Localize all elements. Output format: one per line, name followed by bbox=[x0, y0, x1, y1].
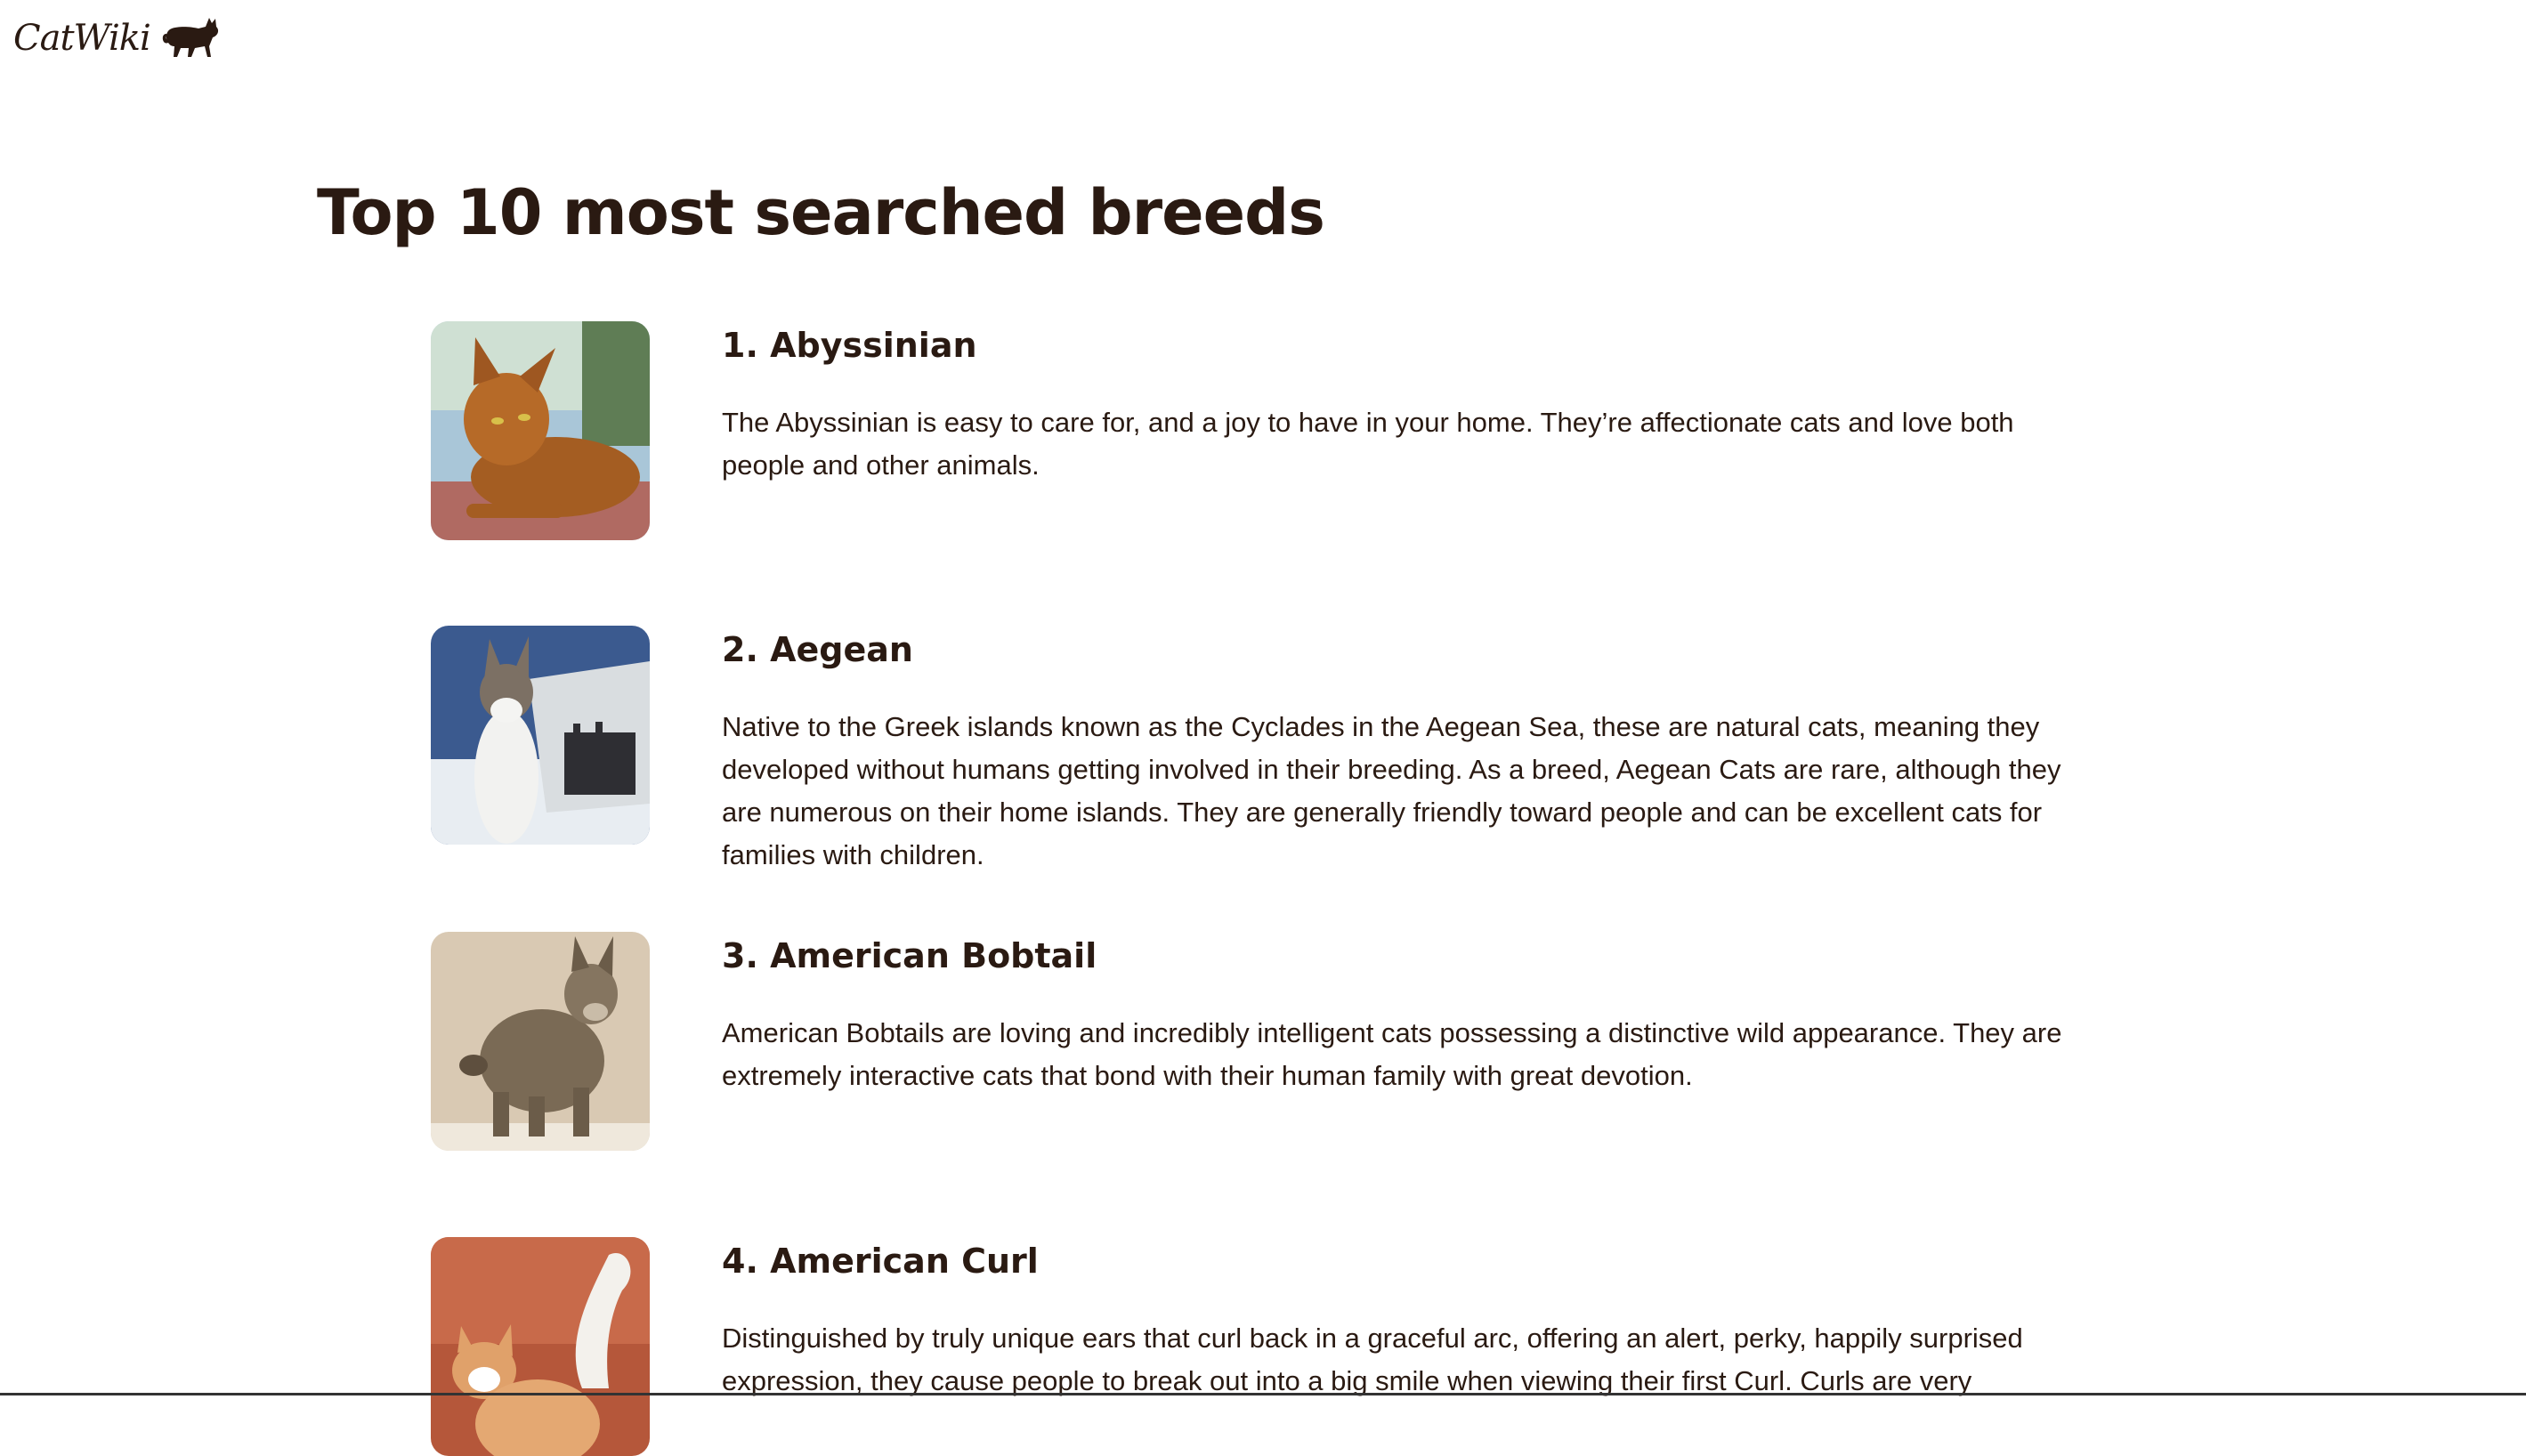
cat-silhouette-icon bbox=[161, 7, 223, 61]
breed-description: Distinguished by truly unique ears that … bbox=[722, 1317, 2093, 1403]
breed-description: The Abyssinian is easy to care for, and … bbox=[722, 401, 2093, 487]
breed-description: Native to the Greek islands known as the… bbox=[722, 706, 2093, 877]
aegean-cat-photo bbox=[431, 626, 650, 845]
breed-title: 3. American Bobtail bbox=[722, 936, 1097, 975]
american-curl-cat-photo bbox=[431, 1237, 650, 1456]
page-title: Top 10 most searched breeds bbox=[317, 176, 1324, 249]
american-bobtail-cat-photo bbox=[431, 932, 650, 1151]
breed-image-american-bobtail[interactable] bbox=[431, 932, 650, 1151]
breed-image-american-curl[interactable] bbox=[431, 1237, 650, 1456]
breed-title: 1. Abyssinian bbox=[722, 326, 977, 365]
breed-title: 2. Aegean bbox=[722, 630, 913, 669]
breed-title: 4. American Curl bbox=[722, 1242, 1039, 1281]
logo-text: CatWiki bbox=[13, 18, 150, 59]
breed-description: American Bobtails are loving and incredi… bbox=[722, 1012, 2093, 1097]
abyssinian-cat-photo bbox=[431, 321, 650, 540]
breed-image-abyssinian[interactable] bbox=[431, 321, 650, 540]
catwiki-logo-link[interactable]: CatWiki bbox=[13, 16, 223, 61]
breed-image-aegean[interactable] bbox=[431, 626, 650, 845]
